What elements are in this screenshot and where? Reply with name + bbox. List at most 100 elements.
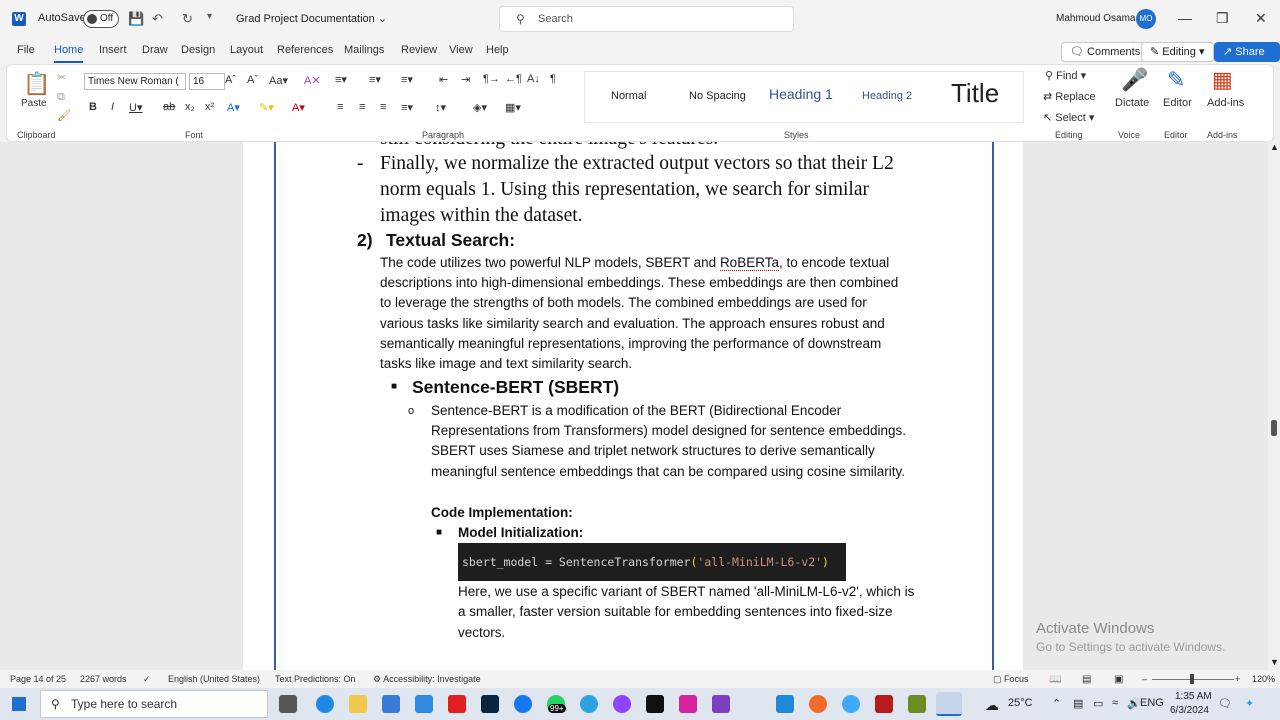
tab-draw[interactable]: Draw (142, 44, 168, 56)
search-box[interactable]: ⚲ Search (499, 6, 794, 32)
change-case-icon[interactable]: Aa▾ (269, 74, 288, 87)
proofing-icon[interactable]: ✓ (143, 674, 151, 685)
facebook-icon[interactable] (514, 695, 532, 713)
spelling-flag-roberta[interactable]: RoBERTa (719, 255, 779, 271)
clock-date[interactable]: 6/3/2024 (1170, 705, 1209, 716)
store-icon[interactable] (382, 695, 400, 713)
style-normal[interactable]: Normal (611, 90, 646, 102)
tab-home[interactable]: Home (54, 44, 84, 63)
select-button[interactable]: ↖ Select ▾ (1043, 111, 1094, 124)
tab-file[interactable]: File (17, 44, 35, 56)
undo-icon[interactable]: ↶ (152, 11, 163, 27)
font-size-combo[interactable]: 16 (189, 73, 225, 90)
edge-icon[interactable] (316, 695, 334, 713)
start-icon[interactable] (12, 697, 26, 711)
youtube-icon[interactable] (448, 695, 466, 713)
app-red-icon[interactable] (875, 695, 893, 713)
style-heading-2[interactable]: Heading 2 (862, 90, 912, 102)
scrollbar-thumb[interactable] (1271, 420, 1277, 436)
align-left-icon[interactable]: ≡ (337, 101, 343, 113)
volume-icon[interactable]: 🔊 (1127, 697, 1141, 710)
highlight-icon[interactable]: ✎▾ (259, 101, 274, 114)
scroll-down-icon[interactable]: ▼ (1270, 657, 1279, 667)
tab-design[interactable]: Design (181, 44, 215, 56)
maximize-icon[interactable]: ❐ (1216, 10, 1229, 27)
print-layout-icon[interactable]: ▤ (1082, 674, 1091, 685)
align-center-icon[interactable]: ≡ (359, 101, 365, 113)
editing-mode-button[interactable]: ✎ Editing ▾ (1141, 42, 1214, 62)
grow-font-icon[interactable]: Aˆ (225, 74, 236, 86)
text-predictions[interactable]: Text Predictions: On (275, 674, 356, 684)
cut-icon[interactable]: ✂ (57, 71, 66, 84)
app-blue-icon[interactable] (842, 695, 860, 713)
font-name-combo[interactable]: Times New Roman ( (84, 73, 186, 90)
scroll-up-icon[interactable]: ▲ (1270, 142, 1279, 152)
page-count[interactable]: Page 14 of 25 (10, 674, 66, 684)
telegram-icon[interactable] (580, 695, 598, 713)
dictate-button[interactable]: Dictate (1115, 97, 1149, 109)
show-marks-icon[interactable]: ¶ (550, 73, 556, 85)
font-color-icon[interactable]: A▾ (292, 101, 305, 114)
editor-icon[interactable]: ✎ (1167, 67, 1185, 93)
numbering-icon[interactable]: ≡▾ (369, 73, 381, 86)
weather-icon[interactable]: ☁ (985, 697, 999, 714)
copilot-icon[interactable]: ✦ (1245, 697, 1254, 710)
zoom-level[interactable]: 120% (1252, 674, 1275, 684)
app-green-icon[interactable] (908, 695, 926, 713)
web-layout-icon[interactable]: ▣ (1114, 674, 1123, 685)
accessibility-status[interactable]: ⚙ Accessibility: Investigate (373, 674, 481, 685)
bold-icon[interactable]: B (89, 101, 97, 113)
quick-access-dropdown-icon[interactable]: ▾ (207, 11, 212, 22)
italic-icon[interactable]: I (111, 101, 114, 113)
close-icon[interactable]: ✕ (1255, 10, 1267, 27)
task-view-icon[interactable] (279, 695, 297, 713)
photoshop-icon[interactable] (481, 695, 499, 713)
temperature[interactable]: 25°C (1008, 697, 1033, 709)
zoom-out-icon[interactable]: – (1142, 674, 1147, 684)
decrease-indent-icon[interactable]: ⇤ (439, 73, 448, 86)
avatar[interactable]: MO (1136, 9, 1156, 29)
tab-layout[interactable]: Layout (230, 44, 263, 56)
microphone-icon[interactable]: 🎤 (1121, 67, 1148, 93)
style-heading-1[interactable]: Heading 1 (769, 86, 833, 102)
shading-icon[interactable]: ◈▾ (473, 101, 487, 114)
instagram-icon[interactable] (679, 695, 697, 713)
redo-icon[interactable]: ↻ (182, 11, 193, 27)
tab-references[interactable]: References (277, 44, 333, 56)
network-icon[interactable]: ▤ (1073, 697, 1083, 710)
paste-button[interactable]: Paste (21, 98, 47, 109)
multilevel-list-icon[interactable]: ≡▾ (401, 73, 413, 86)
file-explorer-icon[interactable] (349, 695, 367, 713)
input-language[interactable]: ENG (1140, 697, 1164, 709)
battery-icon[interactable]: ▭ (1093, 697, 1103, 710)
tab-view[interactable]: View (449, 44, 473, 56)
focus-mode-button[interactable]: ▢ Focus (993, 674, 1029, 685)
tab-review[interactable]: Review (401, 44, 437, 56)
add-ins-button[interactable]: Add-ins (1207, 97, 1244, 109)
share-button[interactable]: ↗ Share ▾ (1214, 42, 1280, 76)
strikethrough-icon[interactable]: ab (163, 101, 175, 113)
word-taskbar-icon[interactable] (936, 692, 962, 716)
visual-studio-icon[interactable] (712, 695, 730, 713)
superscript-icon[interactable]: x² (205, 101, 214, 113)
copy-icon[interactable]: ⧉ (57, 91, 65, 104)
tab-insert[interactable]: Insert (99, 44, 127, 56)
language-indicator[interactable]: English (United States) (168, 674, 260, 684)
taskbar-search[interactable]: ⚲ Type here to search (40, 690, 268, 718)
line-spacing-icon[interactable]: ↕▾ (435, 101, 446, 114)
rtl-icon[interactable]: ←¶ (505, 73, 522, 85)
autosave-toggle[interactable]: Off (83, 10, 119, 28)
messenger-icon[interactable] (613, 695, 631, 713)
chevron-up-icon[interactable]: ⌃ (1052, 697, 1061, 710)
clear-format-icon[interactable]: A✕ (304, 74, 321, 87)
bullets-icon[interactable]: ≡▾ (335, 73, 347, 86)
justify-icon[interactable]: ≡▾ (401, 101, 413, 114)
subscript-icon[interactable]: x₂ (185, 101, 195, 113)
increase-indent-icon[interactable]: ⇥ (461, 73, 470, 86)
notifications-icon[interactable]: 🗨 (1218, 697, 1232, 710)
editor-button[interactable]: Editor (1163, 97, 1192, 109)
borders-icon[interactable]: ▦▾ (505, 101, 521, 114)
vscode-icon[interactable] (776, 695, 794, 713)
read-mode-icon[interactable]: 📖 (1049, 674, 1061, 685)
document-title[interactable]: Grad Project Documentation ⌄ (236, 12, 387, 25)
